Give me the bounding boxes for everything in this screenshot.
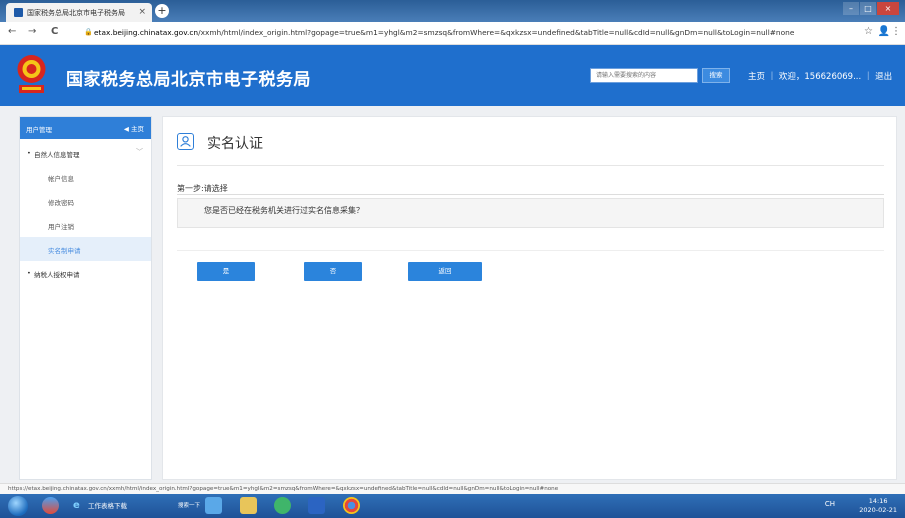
profile-icon[interactable]: 👤 <box>878 26 890 37</box>
taskbar-item-ie[interactable]: e 工作表格下载 <box>70 498 150 514</box>
search-button[interactable]: 搜索 <box>702 68 730 83</box>
page-title: 实名认证 <box>207 136 263 152</box>
sidebar-title: 用户管理 <box>26 126 52 134</box>
top-nav-links[interactable]: 主页 ｜ 欢迎，156626069... ｜ 退出 <box>748 70 892 82</box>
site-favicon-icon <box>14 8 23 17</box>
main-panel <box>162 116 897 480</box>
security-app-icon[interactable] <box>274 497 291 514</box>
browser-menu-icon[interactable]: ⋮ <box>891 26 901 37</box>
search-input[interactable] <box>590 68 698 83</box>
window-controls: – □ × <box>842 2 899 15</box>
chrome-icon[interactable] <box>343 497 360 514</box>
user-icon <box>177 133 194 150</box>
maximize-icon[interactable]: □ <box>860 2 876 15</box>
sidebar: 用户管理 ◀ 主页 • 自然人信息管理 ﹀ 帐户信息 修改密码 用户注销 实名制… <box>19 116 152 480</box>
taskbar-item-label: 工作表格下载 <box>88 502 127 510</box>
tax-emblem-icon <box>17 55 46 93</box>
chevron-down-icon: ﹀ <box>136 148 143 156</box>
back-button[interactable]: 返回 <box>408 262 482 281</box>
sidebar-item-label: 纳税人授权申请 <box>34 271 80 279</box>
sidebar-item-user-cancel[interactable]: 用户注销 <box>20 213 151 237</box>
address-bar: ← → C 🔒 etax.beijing.chinatax.gov.cn/xxm… <box>0 22 905 45</box>
sidebar-item-label: 实名制申请 <box>48 247 81 255</box>
lock-icon: 🔒 <box>84 28 93 36</box>
back-arrow-icon[interactable]: ← <box>8 26 16 37</box>
system-tray[interactable]: CH <box>825 500 835 508</box>
minimize-icon[interactable]: – <box>843 2 859 15</box>
step-label: 第一步:请选择 <box>177 184 228 193</box>
browser-tab[interactable]: 国家税务总局北京市电子税务局 × <box>6 3 152 22</box>
word-icon[interactable] <box>308 497 325 514</box>
start-button-icon[interactable] <box>8 496 28 516</box>
ie-icon: e <box>73 500 80 511</box>
bullet-icon: • <box>27 269 31 277</box>
sidebar-header: 用户管理 ◀ 主页 <box>20 117 151 139</box>
folder-icon[interactable] <box>240 497 257 514</box>
url-text[interactable]: etax.beijing.chinatax.gov.cn/xxmh/html/i… <box>94 28 794 37</box>
new-tab-button[interactable]: + <box>155 4 169 18</box>
clock-time: 14:16 <box>868 497 888 505</box>
sidebar-item-natural-person-info[interactable]: • 自然人信息管理 ﹀ <box>20 141 151 165</box>
sidebar-item-realname-apply[interactable]: 实名制申请 <box>20 237 151 261</box>
ie-browser-icon[interactable] <box>205 497 222 514</box>
close-window-icon[interactable]: × <box>877 2 899 15</box>
sidebar-item-account-info[interactable]: 帐户信息 <box>20 165 151 189</box>
yes-button[interactable]: 是 <box>197 262 255 281</box>
clock-date: 2020-02-21 <box>859 506 897 514</box>
app-icon[interactable] <box>42 497 59 514</box>
sidebar-item-label: 修改密码 <box>48 199 74 207</box>
reload-icon[interactable]: C <box>51 26 58 37</box>
sidebar-item-label: 自然人信息管理 <box>34 151 80 159</box>
divider <box>177 165 884 166</box>
sidebar-home-link[interactable]: ◀ 主页 <box>124 123 144 133</box>
status-url: https://etax.beijing.chinatax.gov.cn/xxm… <box>0 483 905 494</box>
divider <box>177 194 884 195</box>
sidebar-item-taxpayer-auth[interactable]: • 纳税人授权申请 <box>20 261 151 285</box>
clock[interactable]: 14:16 2020-02-21 <box>859 497 897 515</box>
tab-title: 国家税务总局北京市电子税务局 <box>27 9 125 17</box>
bookmark-star-icon[interactable]: ☆ <box>864 26 873 37</box>
taskbar-search[interactable]: 搜索一下 <box>178 498 200 514</box>
sidebar-item-change-password[interactable]: 修改密码 <box>20 189 151 213</box>
no-button[interactable]: 否 <box>304 262 362 281</box>
question-text: 您是否已经在税务机关进行过实名信息采集？ <box>204 206 364 215</box>
tab-close-icon[interactable]: × <box>138 7 146 17</box>
bullet-icon: • <box>27 149 31 157</box>
sidebar-item-label: 用户注销 <box>48 223 74 231</box>
divider <box>177 250 884 251</box>
site-title: 国家税务总局北京市电子税务局 <box>66 70 311 90</box>
sidebar-item-label: 帐户信息 <box>48 175 74 183</box>
forward-arrow-icon[interactable]: → <box>28 26 36 37</box>
